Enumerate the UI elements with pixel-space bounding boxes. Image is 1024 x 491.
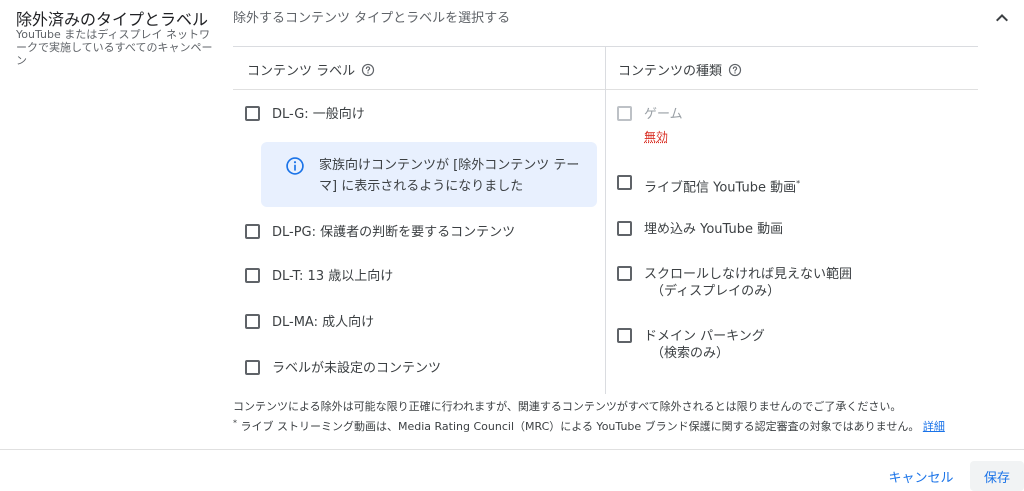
label-option-dl-g[interactable]: DL-G: 一般向け [245,106,365,123]
option-label: ドメイン パーキング [644,329,765,344]
help-icon[interactable] [361,63,375,77]
info-icon [286,157,304,175]
option-label: ラベルが未設定のコンテンツ [272,361,442,376]
checkbox[interactable] [617,266,632,281]
checkbox[interactable] [245,360,260,375]
section-description: YouTube またはディスプレイ ネットワークで実施しているすべてのキャンペー… [16,28,213,67]
type-option-games: ゲーム 無効 [617,106,683,146]
option-label: DL-G: 一般向け [272,107,365,122]
checkbox [617,106,632,121]
save-button[interactable]: 保存 [970,461,1024,491]
label-option-unlabeled[interactable]: ラベルが未設定のコンテンツ [245,360,441,377]
checkbox[interactable] [245,268,260,283]
type-option-below-the-fold[interactable]: スクロールしなければ見えない範囲 （ディスプレイのみ） [617,266,852,300]
details-link[interactable]: 詳細 [923,420,945,433]
label-option-dl-ma[interactable]: DL-MA: 成人向け [245,314,374,331]
type-option-parked-domains[interactable]: ドメイン パーキング （検索のみ） [617,328,765,362]
option-label: DL-PG: 保護者の判断を要するコンテンツ [272,225,516,240]
checkbox[interactable] [245,314,260,329]
collapse-button[interactable] [990,6,1014,30]
checkbox[interactable] [617,328,632,343]
option-sublabel: （ディスプレイのみ） [651,284,781,299]
type-option-live-streaming[interactable]: ライブ配信 YouTube 動画* [617,175,800,196]
footnote-mrc-text: ライブ ストリーミング動画は、Media Rating Council（MRC）… [237,420,920,433]
checkbox[interactable] [617,221,632,236]
footnote-mrc: * ライブ ストリーミング動画は、Media Rating Council（MR… [233,418,945,434]
column-divider [605,46,606,394]
bottom-divider [0,449,1024,450]
option-sublabel: （検索のみ） [651,346,730,361]
help-icon[interactable] [728,63,742,77]
checkbox[interactable] [245,106,260,121]
labels-column-header: コンテンツ ラベル [247,60,375,79]
label-option-dl-t[interactable]: DL-T: 13 歳以上向け [245,268,393,285]
invalid-status: 無効 [644,130,669,144]
label-option-dl-pg[interactable]: DL-PG: 保護者の判断を要するコンテンツ [245,224,515,241]
footnote-marker: * [796,179,801,188]
types-header-text: コンテンツの種類 [618,64,723,79]
option-label: スクロールしなければ見えない範囲 [644,267,853,282]
types-column-header: コンテンツの種類 [618,60,742,79]
type-option-embedded-videos[interactable]: 埋め込み YouTube 動画 [617,221,783,238]
checkbox[interactable] [617,175,632,190]
option-label: DL-MA: 成人向け [272,315,375,330]
option-label: ゲーム [644,107,683,122]
option-label: DL-T: 13 歳以上向け [272,269,394,284]
footnote-accuracy: コンテンツによる除外は可能な限り正確に行われますが、関連するコンテンツがすべて除… [233,400,902,413]
info-banner: 家族向けコンテンツが [除外コンテンツ テーマ] に表示されるようになりました [261,142,597,207]
section-title: 除外済みのタイプとラベル [16,10,209,29]
labels-header-text: コンテンツ ラベル [247,64,356,79]
option-label: ライブ配信 YouTube 動画 [644,180,797,196]
main-title: 除外するコンテンツ タイプとラベルを選択する [233,11,511,26]
checkbox[interactable] [245,224,260,239]
chevron-up-icon [996,14,1008,22]
cancel-button[interactable]: キャンセル [876,461,966,491]
option-label: 埋め込み YouTube 動画 [644,222,784,237]
info-text: 家族向けコンテンツが [除外コンテンツ テーマ] に表示されるようになりました [319,158,580,194]
